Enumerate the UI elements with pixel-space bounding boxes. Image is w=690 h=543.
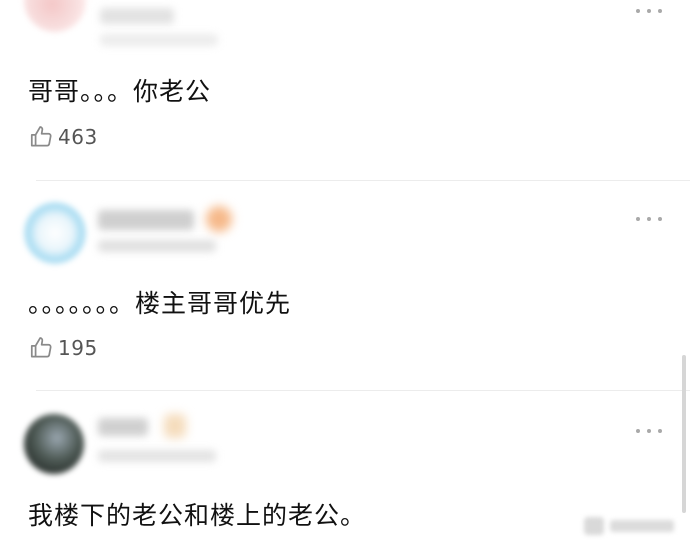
avatar[interactable] (24, 414, 84, 474)
username-blurred[interactable] (98, 418, 148, 436)
more-options-button[interactable] (636, 426, 662, 436)
avatar[interactable] (24, 202, 86, 264)
dot-icon (658, 217, 662, 221)
dot-icon (647, 217, 651, 221)
comment-text: 我楼下的老公和楼上的老公。 (28, 501, 367, 530)
comment-item: 。。。。。。。楼主哥哥优先 195 (0, 200, 690, 388)
comment-meta-blurred (100, 34, 218, 46)
dot-icon (658, 9, 662, 13)
dot-icon (647, 429, 651, 433)
watermark-logo (584, 515, 676, 537)
like-count: 463 (58, 125, 98, 149)
scrollbar[interactable] (682, 355, 686, 513)
dot-icon (636, 429, 640, 433)
divider (36, 180, 690, 181)
comment-text: 。。。。。。。楼主哥哥优先 (28, 289, 292, 318)
comment-text: 哥哥。。。你老公 (28, 77, 212, 106)
watermark-icon (584, 517, 604, 535)
like-button[interactable]: 195 (28, 335, 98, 361)
dot-icon (658, 429, 662, 433)
like-button[interactable]: 463 (28, 124, 98, 150)
comment-meta-blurred (98, 450, 216, 462)
divider (36, 390, 690, 391)
more-options-button[interactable] (636, 214, 662, 224)
user-badge-blurred (164, 414, 186, 438)
watermark-text-blurred (610, 520, 674, 532)
username-blurred[interactable] (98, 210, 194, 230)
avatar[interactable] (24, 0, 86, 32)
comment-meta-blurred (98, 240, 216, 252)
dot-icon (636, 217, 640, 221)
dot-icon (647, 9, 651, 13)
like-count: 195 (58, 336, 98, 360)
more-options-button[interactable] (636, 6, 662, 16)
thumbs-up-icon (30, 337, 52, 358)
username-blurred[interactable] (100, 8, 174, 24)
dot-icon (636, 9, 640, 13)
user-badge-blurred (206, 206, 232, 232)
comment-item: 哥哥。。。你老公 463 (0, 0, 690, 180)
thumbs-up-icon (30, 126, 52, 147)
